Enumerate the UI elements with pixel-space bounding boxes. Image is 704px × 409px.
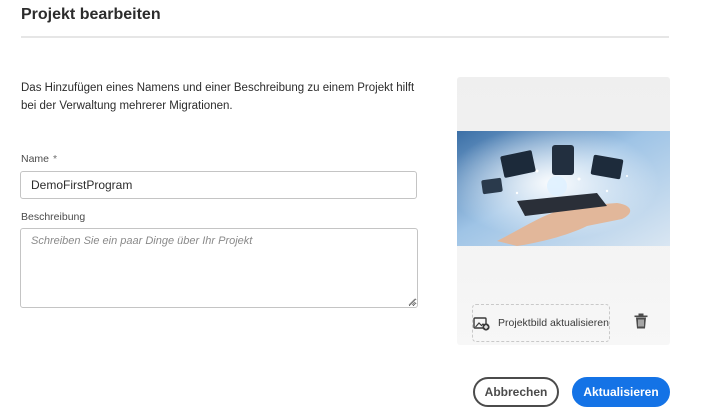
name-label-text: Name xyxy=(21,153,50,165)
title-divider xyxy=(21,36,669,38)
resize-handle-icon[interactable] xyxy=(408,298,416,306)
project-image xyxy=(457,131,670,246)
update-project-image-button[interactable]: Projektbild aktualisieren xyxy=(472,304,610,342)
trash-icon xyxy=(634,313,648,328)
description-textarea[interactable] xyxy=(20,228,418,308)
required-marker: * xyxy=(53,153,58,165)
update-image-label: Projektbild aktualisieren xyxy=(498,317,609,329)
name-label: Name * xyxy=(21,153,57,165)
name-input[interactable] xyxy=(20,171,417,199)
image-add-icon xyxy=(473,316,490,331)
delete-image-button[interactable] xyxy=(632,312,650,332)
cancel-button[interactable]: Abbrechen xyxy=(473,377,559,407)
description-label: Beschreibung xyxy=(21,211,86,223)
dialog-title: Projekt bearbeiten xyxy=(21,6,161,23)
dialog-description: Das Hinzufügen eines Namens und einer Be… xyxy=(21,82,415,112)
update-button[interactable]: Aktualisieren xyxy=(572,377,670,407)
